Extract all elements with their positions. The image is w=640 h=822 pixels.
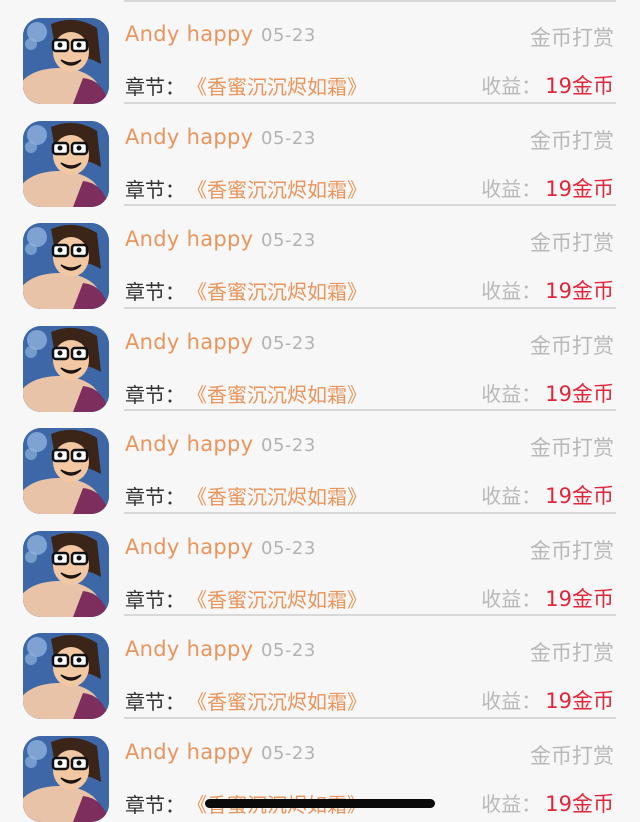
chapter-label: 章节： xyxy=(125,485,185,509)
reward-type: 金币打赏 xyxy=(530,743,614,768)
list-item[interactable]: Andy happy 05-23 金币打赏 章节： 《香蜜沉沉烬如霜》 收益：19… xyxy=(0,308,640,412)
earnings-label: 收益： xyxy=(481,791,542,816)
user-name: Andy happy xyxy=(125,227,254,251)
user-name: Andy happy xyxy=(125,534,254,559)
earnings-value: 19金币 xyxy=(545,586,614,611)
list-item[interactable]: Andy happy 05-23 金币打赏 章节： 《香蜜沉沉烬如霜》 收益：19… xyxy=(0,103,640,207)
chapter-label: 章节： xyxy=(125,280,185,304)
chapter-info: 章节： 《香蜜沉沉烬如霜》 xyxy=(125,71,367,100)
earnings-label: 收益： xyxy=(481,279,542,303)
chapter-name: 《香蜜沉沉烬如霜》 xyxy=(197,587,367,612)
reward-date: 05-23 xyxy=(261,537,316,559)
home-indicator[interactable] xyxy=(205,799,435,808)
chapter-label: 章节： xyxy=(125,75,185,99)
list-item[interactable]: Andy happy 05-23 金币打赏 章节： 《香蜜沉沉烬如霜》 收益：19… xyxy=(0,410,640,514)
earnings-label: 收益： xyxy=(481,484,542,508)
reward-type: 金币打赏 xyxy=(530,128,614,153)
earnings-value: 19金币 xyxy=(545,381,614,406)
chapter-info: 章节： 《香蜜沉沉烬如霜》 xyxy=(125,174,367,203)
earnings-value: 19金币 xyxy=(545,279,614,303)
list-item[interactable]: Andy happy 05-23 金币打赏 章节： 《香蜜沉沉烬如霜》 收益：19… xyxy=(0,0,640,104)
reward-date: 05-23 xyxy=(261,332,316,354)
earnings-info: 收益： 19金币 xyxy=(481,173,614,203)
chapter-name: 《香蜜沉沉烬如霜》 xyxy=(197,382,367,407)
list-item[interactable]: Andy happy 05-23 金币打赏 章节： 《香蜜沉沉烬如霜》 收益：19… xyxy=(0,205,640,309)
chapter-info: 章节： 《香蜜沉沉烬如霜》 xyxy=(125,276,367,305)
user-name: Andy happy xyxy=(125,432,254,456)
cartoon-character-avatar-icon[interactable] xyxy=(23,633,109,719)
reward-date: 05-23 xyxy=(261,25,316,46)
earnings-label: 收益： xyxy=(481,381,542,406)
reward-type: 金币打赏 xyxy=(530,26,614,50)
chapter-label: 章节： xyxy=(125,382,185,407)
earnings-label: 收益： xyxy=(481,586,542,611)
reward-type: 金币打赏 xyxy=(530,641,614,665)
reward-date: 05-23 xyxy=(261,127,316,149)
reward-type: 金币打赏 xyxy=(530,538,614,563)
earnings-value: 19金币 xyxy=(545,176,614,201)
chapter-info: 章节： 《香蜜沉沉烬如霜》 xyxy=(125,481,367,510)
earnings-info: 收益： 19金币 xyxy=(481,70,614,100)
user-name: Andy happy xyxy=(125,22,254,46)
user-name: Andy happy xyxy=(125,329,254,354)
chapter-label: 章节： xyxy=(125,587,185,612)
chapter-info: 章节： 《香蜜沉沉烬如霜》 xyxy=(125,686,367,715)
list-item[interactable]: Andy happy 05-23 金币打赏 章节： 《香蜜沉沉烬如霜》 收益：19… xyxy=(0,513,640,617)
list-item[interactable]: Andy happy 05-23 金币打赏 章节： 《香蜜沉沉烬如霜》 收益：19… xyxy=(0,615,640,719)
earnings-info: 收益： 19金币 xyxy=(481,480,614,510)
reward-date: 05-23 xyxy=(261,435,316,456)
user-name: Andy happy xyxy=(125,124,254,149)
earnings-value: 19金币 xyxy=(545,791,614,816)
earnings-label: 收益： xyxy=(481,689,542,713)
earnings-info: 收益： 19金币 xyxy=(481,378,614,408)
chapter-name: 《香蜜沉沉烬如霜》 xyxy=(197,280,367,304)
earnings-label: 收益： xyxy=(481,176,542,201)
cartoon-character-avatar-icon[interactable] xyxy=(23,18,109,104)
earnings-label: 收益： xyxy=(481,74,542,98)
earnings-info: 收益： 19金币 xyxy=(481,583,614,613)
chapter-label: 章节： xyxy=(125,177,185,202)
cartoon-character-avatar-icon[interactable] xyxy=(23,223,109,309)
cartoon-character-avatar-icon[interactable] xyxy=(23,530,109,617)
chapter-name: 《香蜜沉沉烬如霜》 xyxy=(197,690,367,714)
chapter-name: 《香蜜沉沉烬如霜》 xyxy=(197,75,367,99)
chapter-label: 章节： xyxy=(125,792,185,817)
earnings-value: 19金币 xyxy=(545,689,614,713)
chapter-name: 《香蜜沉沉烬如霜》 xyxy=(197,177,367,202)
user-name: Andy happy xyxy=(125,637,254,661)
user-name: Andy happy xyxy=(125,739,254,764)
earnings-value: 19金币 xyxy=(545,484,614,508)
chapter-label: 章节： xyxy=(125,690,185,714)
chapter-info: 章节： 《香蜜沉沉烬如霜》 xyxy=(125,379,367,408)
earnings-info: 收益： 19金币 xyxy=(481,788,614,818)
cartoon-character-avatar-icon[interactable] xyxy=(23,120,109,207)
earnings-info: 收益： 19金币 xyxy=(481,275,614,305)
chapter-name: 《香蜜沉沉烬如霜》 xyxy=(197,485,367,509)
earnings-value: 19金币 xyxy=(545,74,614,98)
chapter-info: 章节： 《香蜜沉沉烬如霜》 xyxy=(125,584,367,613)
reward-type: 金币打赏 xyxy=(530,231,614,255)
cartoon-character-avatar-icon[interactable] xyxy=(23,325,109,412)
cartoon-character-avatar-icon[interactable] xyxy=(23,428,109,514)
reward-date: 05-23 xyxy=(261,742,316,764)
reward-date: 05-23 xyxy=(261,230,316,251)
reward-date: 05-23 xyxy=(261,640,316,661)
earnings-info: 收益： 19金币 xyxy=(481,685,614,715)
reward-type: 金币打赏 xyxy=(530,333,614,358)
reward-type: 金币打赏 xyxy=(530,436,614,460)
cartoon-character-avatar-icon[interactable] xyxy=(23,735,109,822)
